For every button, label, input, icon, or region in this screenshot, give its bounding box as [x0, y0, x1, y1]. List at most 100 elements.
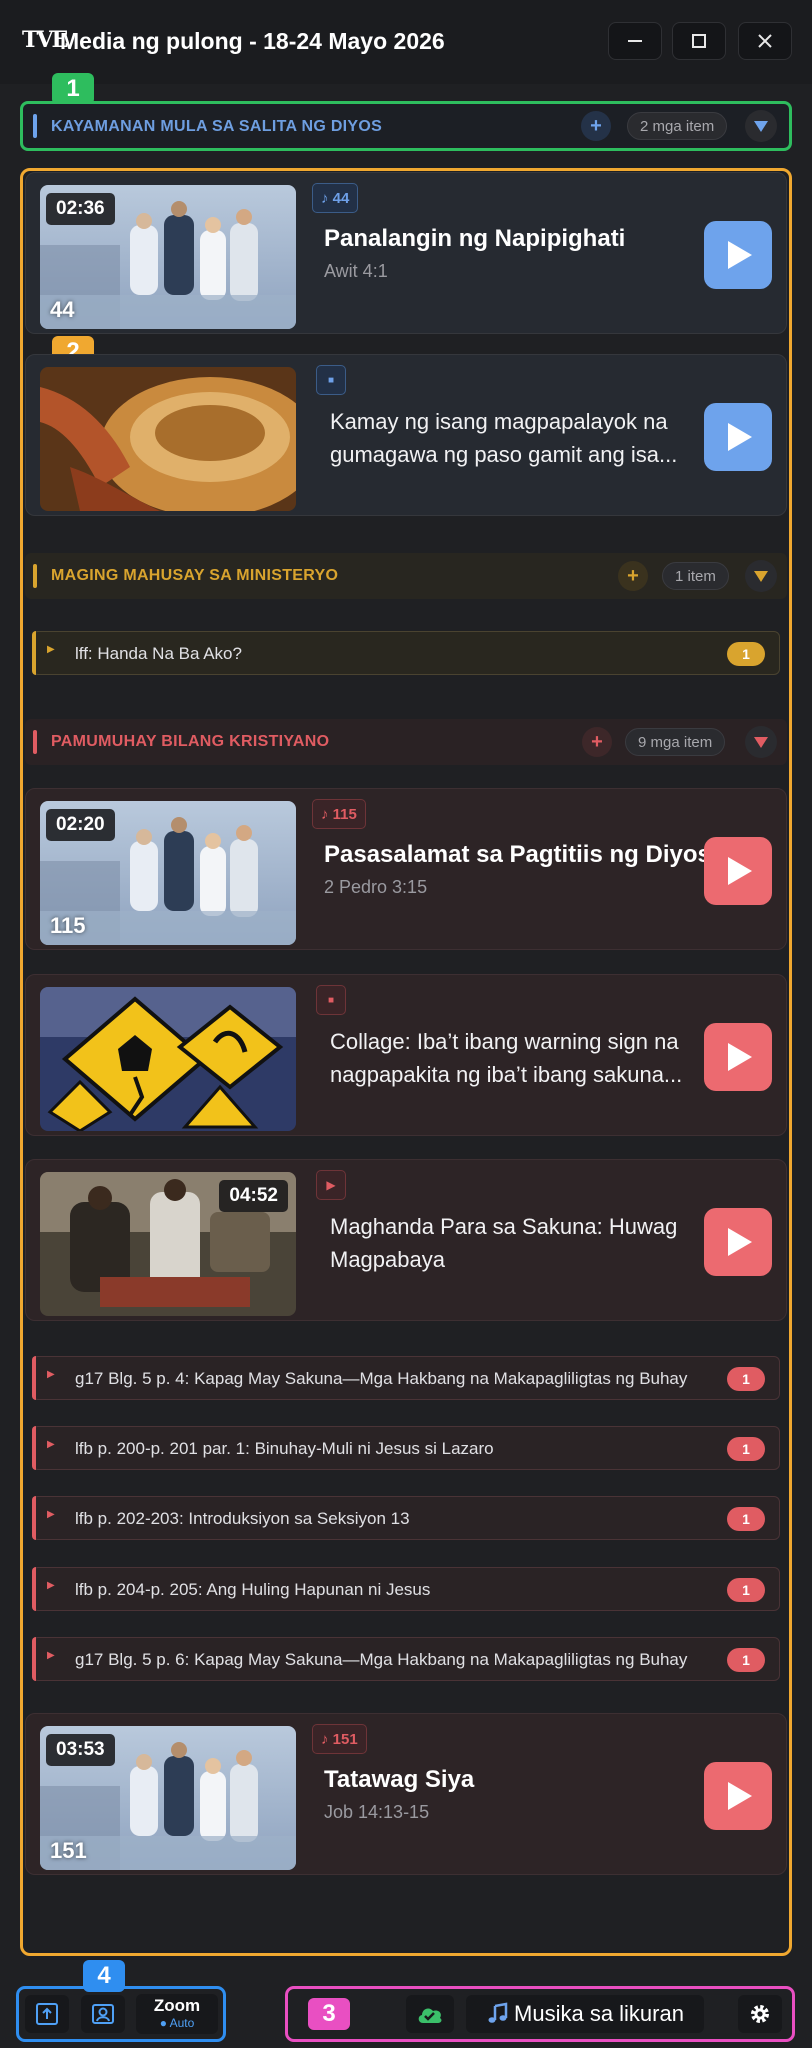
- media-subtitle: Awit 4:1: [324, 261, 388, 281]
- song-number-overlay: 151: [50, 1838, 87, 1863]
- upload-button[interactable]: [25, 1995, 69, 2033]
- zoom-status: ● Auto: [159, 2016, 195, 2030]
- list-item-count: 1: [727, 1507, 765, 1531]
- song-tag: ♪ 151: [312, 1724, 367, 1754]
- duration-badge: 02:20: [46, 809, 115, 841]
- list-item-label: lfb p. 202-203: Introduksiyon sa Seksiyo…: [75, 1509, 410, 1528]
- collapse-toggle[interactable]: [745, 560, 777, 592]
- play-button[interactable]: [704, 221, 772, 289]
- list-item-count: 1: [727, 1578, 765, 1602]
- expand-arrow-icon: ▶: [47, 1439, 55, 1450]
- row-color-bar: [32, 1496, 36, 1540]
- list-item[interactable]: ▶ g17 Blg. 5 p. 4: Kapag May Sakuna—Mga …: [32, 1356, 780, 1400]
- chevron-down-icon: [754, 737, 768, 748]
- list-item-count: 1: [727, 1367, 765, 1391]
- maximize-icon: [692, 34, 706, 48]
- song-tag: ♪ 44: [312, 183, 359, 213]
- add-item-button[interactable]: +: [582, 727, 612, 757]
- song-thumbnail: 03:53 151: [40, 1726, 296, 1870]
- item-count-badge: 2 mga item: [627, 112, 728, 140]
- list-item[interactable]: ▶ lfb p. 202-203: Introduksiyon sa Seksi…: [32, 1496, 780, 1540]
- section-color-bar: [33, 114, 37, 138]
- zoom-control[interactable]: Zoom ● Auto: [136, 1994, 218, 2034]
- presenter-camera-button[interactable]: [81, 1995, 125, 2033]
- image-tag: ■: [316, 365, 346, 395]
- section-color-bar: [33, 730, 37, 754]
- section-header-christian-living[interactable]: PAMUMUHAY BILANG KRISTIYANO + 9 mga item: [25, 719, 787, 765]
- song-thumbnail: 02:20 115: [40, 801, 296, 945]
- list-item-label: g17 Blg. 5 p. 4: Kapag May Sakuna—Mga Ha…: [75, 1369, 688, 1388]
- list-item-label: lfb p. 200-p. 201 par. 1: Binuhay-Muli n…: [75, 1439, 494, 1458]
- music-note-icon: [488, 2002, 508, 2023]
- media-card[interactable]: 02:20 115 ♪ 115 Pasasalamat sa Pagtitiis…: [25, 788, 787, 950]
- row-color-bar: [32, 1356, 36, 1400]
- expand-arrow-icon: ▶: [47, 1369, 55, 1380]
- add-item-button[interactable]: +: [618, 561, 648, 591]
- play-button[interactable]: [704, 1208, 772, 1276]
- media-title: Panalangin ng Napipighati: [324, 225, 626, 252]
- list-item[interactable]: ▶ lfb p. 204-p. 205: Ang Huling Hapunan …: [32, 1567, 780, 1611]
- song-number-overlay: 44: [50, 297, 75, 322]
- duration-badge: 03:53: [46, 1734, 115, 1766]
- video-thumbnail: 04:52: [40, 1172, 296, 1316]
- minimize-button[interactable]: [608, 22, 662, 60]
- media-card[interactable]: 02:36 44 ♪ 44 Panalangin ng Napipighati …: [25, 172, 787, 334]
- warning-signs-collage: [40, 987, 296, 1131]
- expand-arrow-icon: ▶: [47, 1650, 55, 1661]
- media-card[interactable]: ■ Collage: Iba’t ibang warning sign na n…: [25, 974, 787, 1136]
- list-item-label: g17 Blg. 5 p. 6: Kapag May Sakuna—Mga Ha…: [75, 1650, 688, 1669]
- media-title: Pasasalamat sa Pagtitiis ng Diyos: [324, 841, 711, 868]
- section-header-treasures[interactable]: KAYAMANAN MULA SA SALITA NG DIYOS + 2 mg…: [20, 101, 792, 151]
- section-title: KAYAMANAN MULA SA SALITA NG DIYOS: [51, 118, 383, 135]
- collapse-toggle[interactable]: [745, 726, 777, 758]
- media-subtitle: Job 14:13-15: [324, 1802, 430, 1822]
- list-item-label: lff: Handa Na Ba Ako?: [75, 644, 242, 663]
- play-button[interactable]: [704, 837, 772, 905]
- play-button[interactable]: [704, 403, 772, 471]
- list-item[interactable]: ▶ lff: Handa Na Ba Ako? 1: [32, 631, 780, 675]
- media-description: Maghanda Para sa Sakuna: Huwag Magpabaya: [330, 1214, 678, 1272]
- gear-icon: [751, 2005, 769, 2023]
- row-color-bar: [32, 631, 36, 675]
- section-header-ministry[interactable]: MAGING MAHUSAY SA MINISTERYO + 1 item: [25, 553, 787, 599]
- chevron-down-icon: [754, 121, 768, 132]
- play-button[interactable]: [704, 1023, 772, 1091]
- media-card[interactable]: 04:52 ▶ Maghanda Para sa Sakuna: Huwag M…: [25, 1159, 787, 1321]
- sync-status-button[interactable]: [406, 1995, 454, 2033]
- collapse-toggle[interactable]: [745, 110, 777, 142]
- presenter-camera-icon: [92, 2004, 114, 2024]
- expand-arrow-icon: ▶: [47, 644, 55, 655]
- play-icon: [728, 1228, 752, 1256]
- media-description: Kamay ng isang magpapalayok na gumagawa …: [330, 409, 678, 467]
- media-title: Tatawag Siya: [324, 1766, 475, 1793]
- play-icon: [728, 423, 752, 451]
- zoom-label: Zoom: [153, 1996, 201, 2015]
- play-icon: [728, 857, 752, 885]
- media-card[interactable]: 03:53 151 ♪ 151 Tatawag Siya Job 14:13-1…: [25, 1713, 787, 1875]
- play-icon: [728, 1043, 752, 1071]
- image-thumbnail: [40, 987, 296, 1131]
- cloud-check-icon: [418, 2008, 442, 2023]
- list-item-count: 1: [727, 1648, 765, 1672]
- media-card[interactable]: ■ Kamay ng isang magpapalayok na gumagaw…: [25, 354, 787, 516]
- play-button[interactable]: [704, 1762, 772, 1830]
- row-color-bar: [32, 1567, 36, 1611]
- potter-hands-photo: [40, 367, 296, 511]
- close-button[interactable]: [738, 22, 792, 60]
- background-music-button[interactable]: Musika sa likuran: [466, 1995, 704, 2033]
- play-icon: [728, 1782, 752, 1810]
- media-description: Collage: Iba’t ibang warning sign na nag…: [330, 1029, 683, 1087]
- row-color-bar: [32, 1637, 36, 1681]
- upload-icon: [36, 2003, 58, 2025]
- section-color-bar: [33, 564, 37, 588]
- section-title: MAGING MAHUSAY SA MINISTERYO: [51, 567, 339, 584]
- list-item[interactable]: ▶ lfb p. 200-p. 201 par. 1: Binuhay-Muli…: [32, 1426, 780, 1470]
- chevron-down-icon: [754, 571, 768, 582]
- row-color-bar: [32, 1426, 36, 1470]
- add-item-button[interactable]: +: [581, 111, 611, 141]
- maximize-button[interactable]: [672, 22, 726, 60]
- list-item[interactable]: ▶ g17 Blg. 5 p. 6: Kapag May Sakuna—Mga …: [32, 1637, 780, 1681]
- settings-button[interactable]: [738, 1995, 782, 2033]
- background-music-controls: Musika sa likuran: [285, 1986, 795, 2042]
- list-item-count: 1: [727, 642, 765, 666]
